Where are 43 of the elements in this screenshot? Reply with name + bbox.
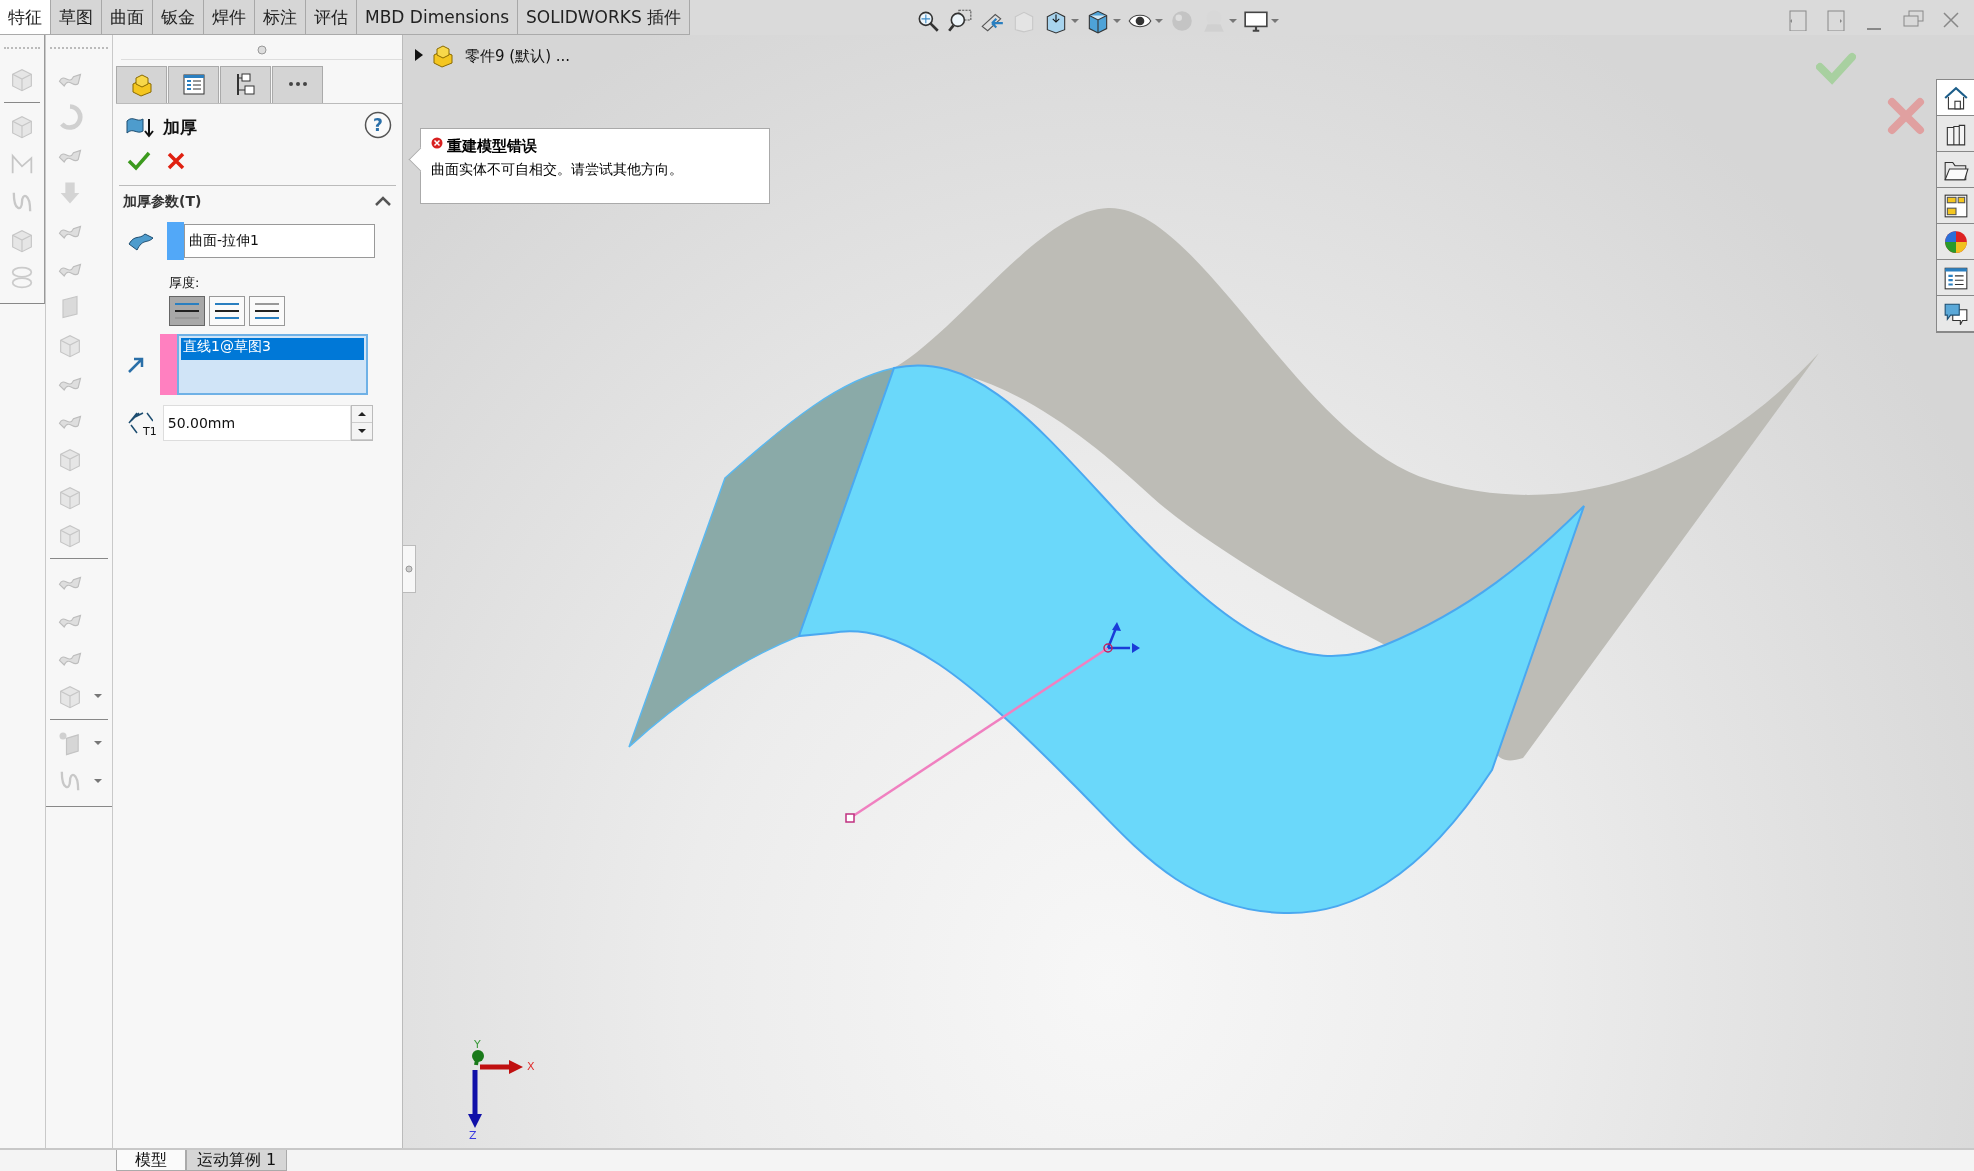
section-title: 加厚参数(T) bbox=[123, 193, 202, 211]
help-icon[interactable]: ? bbox=[364, 111, 392, 139]
help-mark: ? bbox=[373, 115, 383, 135]
error-message: 曲面实体不可自相交。请尝试其他方向。 bbox=[431, 161, 684, 179]
zoom-area-button[interactable] bbox=[947, 7, 974, 34]
bottom-tab[interactable]: 模型 bbox=[116, 1150, 186, 1171]
thickness-label: 厚度: bbox=[168, 274, 201, 292]
caret-icon[interactable] bbox=[94, 779, 102, 783]
icon-label: T1 bbox=[143, 424, 157, 438]
grip-dot-icon[interactable] bbox=[405, 565, 413, 573]
close-icon[interactable] bbox=[167, 152, 185, 170]
error-title: 重建模型错误 bbox=[447, 137, 537, 156]
axis-label: Y bbox=[474, 1038, 481, 1051]
expand-arrow[interactable] bbox=[415, 48, 423, 64]
axis-label: X bbox=[527, 1060, 535, 1073]
caret-icon[interactable] bbox=[1071, 18, 1080, 23]
thickness-field[interactable]: 50.00mm bbox=[162, 405, 351, 441]
direction-arrow-icon bbox=[127, 355, 145, 374]
selection-color-bar bbox=[167, 222, 184, 260]
selection-color-bar bbox=[160, 334, 177, 395]
error-icon bbox=[431, 137, 443, 149]
part-name: 零件9 (默认) ... bbox=[465, 46, 571, 66]
panel-tab[interactable] bbox=[220, 66, 271, 103]
feature-title: 加厚 bbox=[163, 115, 197, 139]
caret-icon[interactable] bbox=[1271, 18, 1280, 23]
command-tab[interactable]: 特征 bbox=[0, 0, 51, 34]
triangle-icon[interactable] bbox=[415, 48, 423, 61]
pin-icon[interactable] bbox=[256, 45, 267, 55]
caret-icon[interactable] bbox=[1113, 18, 1122, 23]
caret-icon[interactable] bbox=[1155, 18, 1164, 23]
origin-marker bbox=[1103, 622, 1140, 653]
caret-icon[interactable] bbox=[94, 741, 102, 745]
caret-icon[interactable] bbox=[1229, 18, 1238, 23]
down-icon[interactable] bbox=[357, 429, 366, 433]
surface-field[interactable]: 曲面-拉伸1 bbox=[184, 224, 375, 258]
axis-label: Z bbox=[469, 1129, 477, 1140]
caret-icon[interactable] bbox=[94, 694, 102, 698]
direction-list[interactable]: 直线1@草图3 bbox=[177, 334, 368, 395]
bottom-tab[interactable]: 运动算例 1 bbox=[186, 1150, 288, 1171]
panel-splitter[interactable] bbox=[403, 545, 416, 593]
property-manager-icon[interactable] bbox=[180, 72, 207, 98]
up-icon[interactable] bbox=[357, 412, 366, 416]
list-item[interactable]: 直线1@草图3 bbox=[181, 338, 364, 360]
